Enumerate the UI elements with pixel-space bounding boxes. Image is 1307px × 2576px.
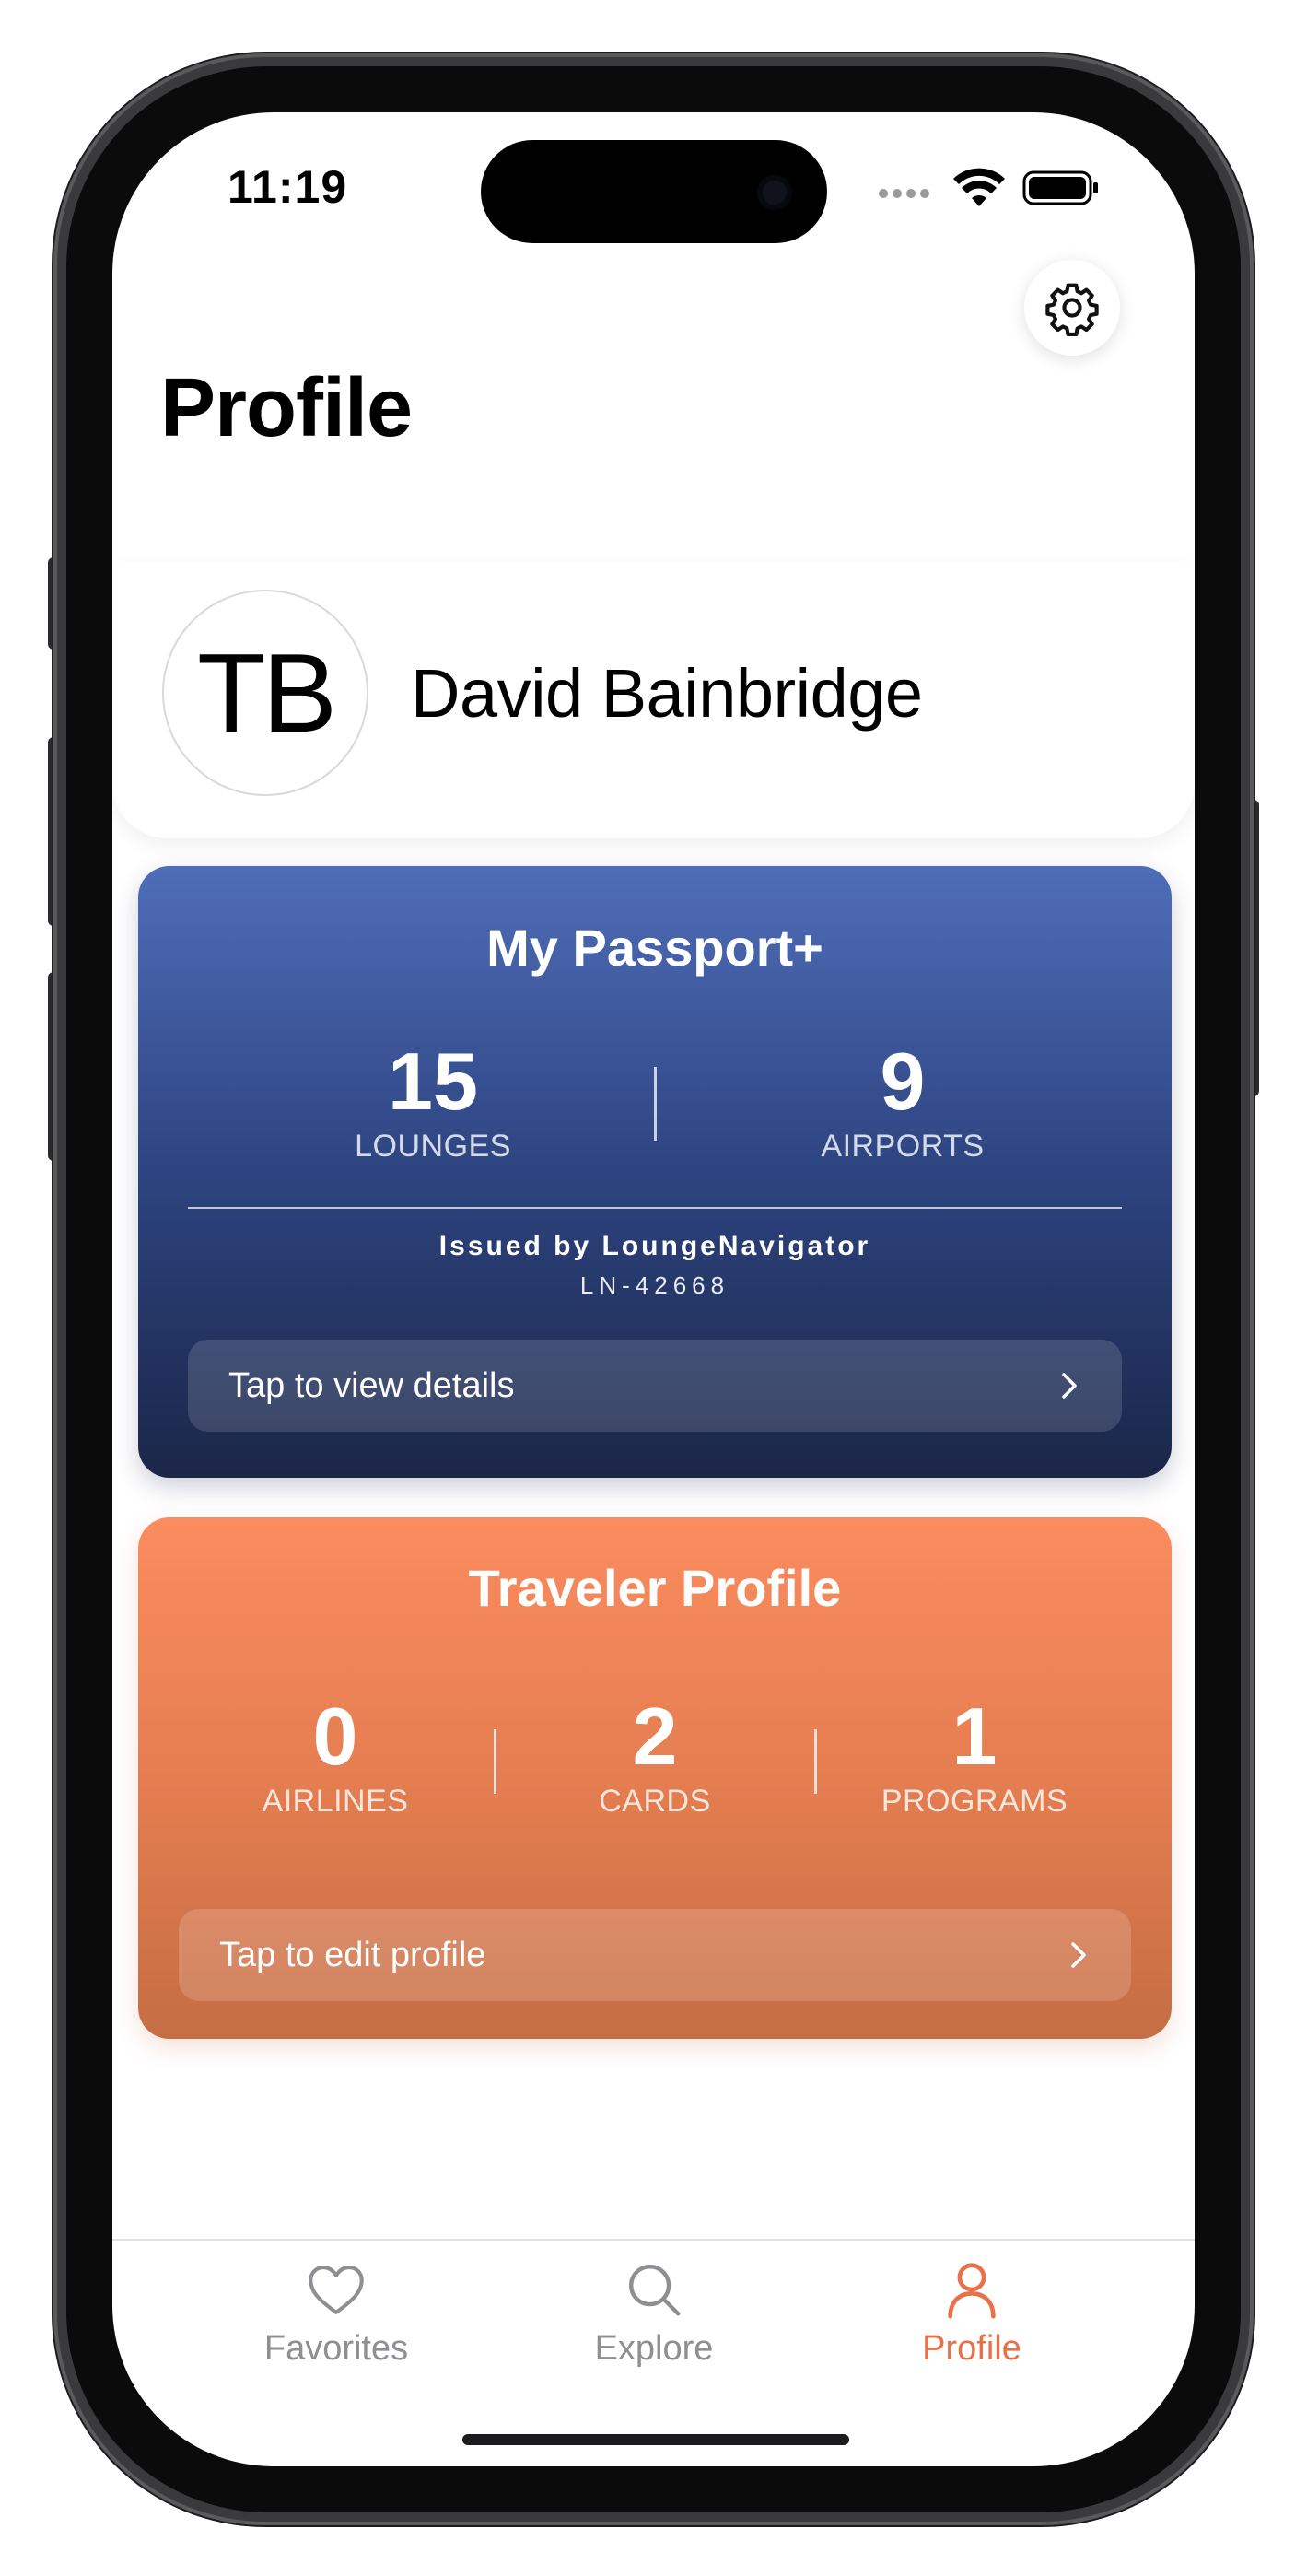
search-icon — [629, 2265, 681, 2316]
edit-profile-button[interactable]: Tap to edit profile — [179, 1909, 1131, 2001]
tab-profile[interactable]: Profile — [852, 2257, 1091, 2369]
stat-divider — [814, 1729, 817, 1794]
stat-value: 15 — [388, 1036, 478, 1127]
chevron-right-icon — [1071, 1942, 1086, 1968]
phone-screen: 11:19 Profile TB David Bainbridge My Pas… — [112, 112, 1195, 2466]
passport-card[interactable]: My Passport+ 15 LOUNGES 9 AIRPORTS Issue… — [138, 866, 1172, 1478]
stat-value: 1 — [951, 1691, 998, 1782]
traveler-profile-card[interactable]: Traveler Profile 0 AIRLINES 2 CARDS 1 PR… — [138, 1517, 1172, 2039]
traveler-card-title: Traveler Profile — [468, 1559, 842, 1617]
user-name: David Bainbridge — [411, 655, 923, 732]
tab-favorites[interactable]: Favorites — [216, 2257, 456, 2369]
avatar-initials: TB — [197, 630, 337, 755]
stat-label: CARDS — [599, 1784, 711, 1819]
battery-icon — [1022, 170, 1098, 205]
camera-icon — [757, 175, 792, 210]
airlines-stat: 0 AIRLINES — [197, 1692, 473, 1821]
tab-bar-divider — [112, 2239, 1195, 2241]
signal-dots-icon — [879, 186, 934, 198]
stat-label: AIRLINES — [262, 1784, 409, 1819]
heart-icon — [309, 2266, 364, 2314]
lounges-stat: 15 LOUNGES — [295, 1037, 571, 1166]
view-details-button[interactable]: Tap to view details — [188, 1340, 1122, 1432]
stat-label: AIRPORTS — [821, 1129, 985, 1164]
stat-label: LOUNGES — [355, 1129, 511, 1164]
tab-label: Explore — [594, 2329, 714, 2368]
avatar[interactable]: TB — [162, 590, 368, 796]
tab-explore[interactable]: Explore — [534, 2257, 774, 2369]
stat-divider — [494, 1729, 496, 1794]
airports-stat: 9 AIRPORTS — [764, 1037, 1041, 1166]
cards-stat: 2 CARDS — [517, 1692, 793, 1821]
dynamic-island — [481, 140, 827, 243]
user-card: TB David Bainbridge — [112, 562, 1195, 838]
settings-button[interactable] — [1024, 260, 1120, 356]
wifi-icon — [953, 168, 1005, 206]
person-icon — [948, 2263, 996, 2319]
stat-value: 9 — [880, 1036, 926, 1127]
tab-label: Profile — [922, 2329, 1021, 2368]
chevron-right-icon — [1062, 1373, 1077, 1399]
stat-value: 2 — [632, 1691, 678, 1782]
status-time: 11:19 — [228, 161, 348, 213]
programs-stat: 1 PROGRAMS — [836, 1692, 1113, 1821]
tab-label: Favorites — [263, 2329, 409, 2368]
issued-by: Issued by LoungeNavigator — [438, 1231, 871, 1261]
page-title: Profile — [160, 362, 413, 454]
passport-card-title: My Passport+ — [486, 919, 823, 977]
edit-profile-label: Tap to edit profile — [219, 1935, 486, 1974]
home-indicator[interactable] — [462, 2434, 849, 2445]
gear-icon — [1045, 283, 1099, 336]
passport-id: LN-42668 — [579, 1271, 730, 1299]
view-details-label: Tap to view details — [228, 1365, 515, 1405]
stat-value: 0 — [312, 1691, 358, 1782]
passport-divider — [188, 1207, 1122, 1209]
stat-divider — [654, 1067, 657, 1141]
stat-label: PROGRAMS — [881, 1784, 1068, 1819]
